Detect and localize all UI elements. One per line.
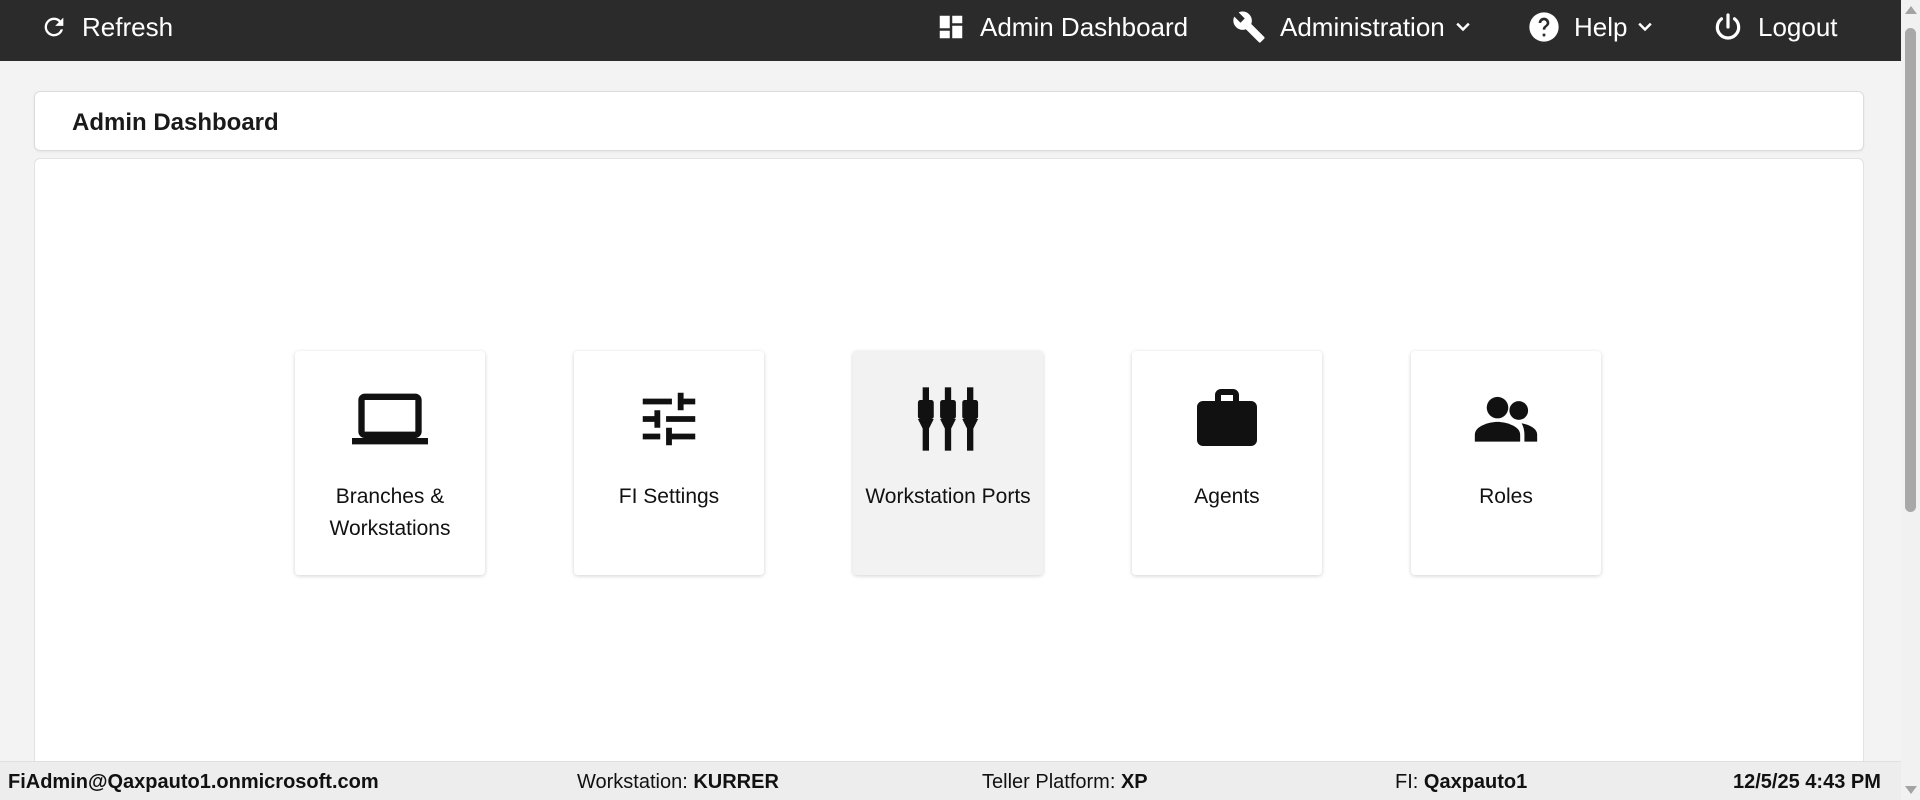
briefcase-icon — [1189, 381, 1265, 457]
people-icon — [1468, 381, 1544, 457]
chevron-down-icon — [1638, 22, 1653, 32]
status-teller-platform: Teller Platform: XP — [982, 771, 1148, 794]
fi-label: FI: — [1395, 771, 1419, 793]
ports-icon — [910, 381, 986, 457]
tile-workstation-ports[interactable]: Workstation Ports — [853, 351, 1043, 575]
status-datetime: 12/5/25 4:43 PM — [1733, 771, 1881, 794]
workstation-value: KURRER — [693, 771, 779, 793]
workstation-label: Workstation: — [577, 771, 688, 793]
help-icon — [1529, 12, 1559, 42]
top-navigation-bar: Refresh Admin Dashboard Administration H… — [0, 0, 1901, 61]
administration-label: Administration — [1280, 11, 1445, 42]
logout-button[interactable]: Logout — [1712, 0, 1838, 54]
status-bar: FiAdmin@Qaxpauto1.onmicrosoft.com Workst… — [0, 761, 1901, 800]
scroll-up-arrow-icon[interactable] — [1905, 6, 1917, 14]
refresh-icon — [44, 17, 64, 37]
wrench-icon — [1233, 11, 1265, 43]
fi-value: Qaxpauto1 — [1423, 771, 1528, 793]
tile-agents[interactable]: Agents — [1132, 351, 1322, 575]
vertical-scrollbar[interactable] — [1901, 0, 1920, 800]
status-user: FiAdmin@Qaxpauto1.onmicrosoft.com — [8, 771, 379, 794]
tile-label: Agents — [1194, 485, 1260, 508]
tile-label: FI Settings — [618, 485, 720, 508]
chevron-down-icon — [1456, 22, 1470, 32]
scrollbar-thumb[interactable] — [1905, 28, 1916, 512]
help-label: Help — [1574, 11, 1628, 42]
page-title: Admin Dashboard — [72, 109, 279, 136]
refresh-button[interactable]: Refresh — [40, 0, 173, 54]
tile-label: Roles — [1479, 485, 1533, 508]
help-menu[interactable]: Help — [1528, 0, 1655, 54]
datetime-value: 12/5/25 4:43 PM — [1733, 771, 1881, 793]
logout-label: Logout — [1758, 11, 1838, 42]
user-email: FiAdmin@Qaxpauto1.onmicrosoft.com — [8, 771, 379, 793]
dashboard-icon — [939, 15, 963, 39]
teller-platform-label: Teller Platform: — [982, 771, 1116, 793]
tile-fi-settings[interactable]: FI Settings — [574, 351, 764, 575]
power-icon — [1715, 13, 1741, 40]
admin-dashboard-nav[interactable]: Admin Dashboard — [936, 0, 1188, 54]
tile-branches-workstations[interactable]: Branches & Workstations — [295, 351, 485, 575]
status-fi: FI: Qaxpauto1 — [1395, 771, 1527, 794]
laptop-icon — [352, 381, 428, 457]
admin-dashboard-nav-label: Admin Dashboard — [980, 11, 1189, 42]
tile-roles[interactable]: Roles — [1411, 351, 1601, 575]
sliders-icon — [631, 381, 707, 457]
administration-menu[interactable]: Administration — [1232, 0, 1473, 54]
status-workstation: Workstation: KURRER — [577, 771, 779, 794]
scroll-down-arrow-icon[interactable] — [1905, 786, 1917, 794]
tile-label: Branches & Workstations — [329, 485, 451, 540]
tile-label: Workstation Ports — [865, 485, 1031, 508]
refresh-label: Refresh — [82, 11, 174, 42]
teller-platform-value: XP — [1120, 771, 1148, 793]
page-header-card: Admin Dashboard — [34, 91, 1864, 151]
